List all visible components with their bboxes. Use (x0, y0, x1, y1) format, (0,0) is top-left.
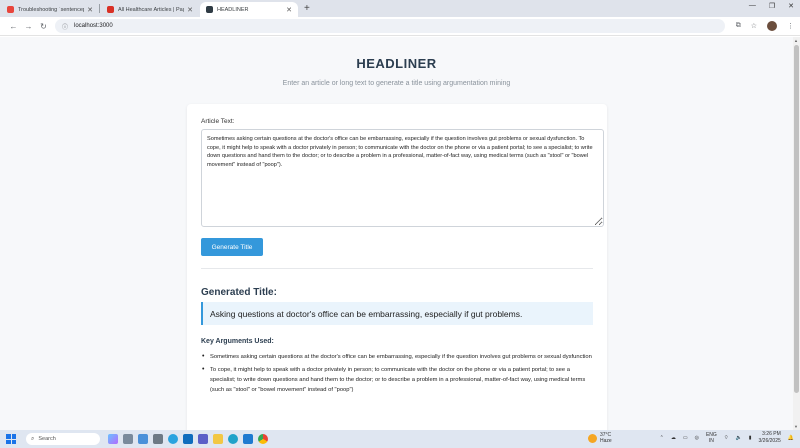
scroll-down-icon[interactable]: ▼ (794, 424, 798, 429)
tab-headliner[interactable]: HEADLINER ✕ (200, 2, 298, 17)
windows-start-icon[interactable] (6, 434, 16, 444)
reload-icon[interactable]: ↻ (36, 22, 51, 31)
browser-tab-strip: Troubleshooting `sentencepie... ✕ All He… (0, 0, 800, 17)
browser-toolbar: ← → ↻ ⓘ localhost:3000 ⧉ ☆ ⋮ (0, 17, 800, 36)
battery-status-icon[interactable]: ▮ (749, 435, 752, 441)
key-arguments-list: Sometimes asking certain questions at th… (201, 352, 593, 398)
teams-icon[interactable] (198, 434, 208, 444)
tab-favicon-icon (7, 6, 14, 13)
generated-title-text: Asking questions at doctor's office can … (210, 308, 523, 319)
tab-favicon-icon (107, 6, 114, 13)
generated-title-heading: Generated Title: (201, 287, 277, 298)
key-arguments-heading: Key Arguments Used: (201, 338, 274, 345)
tab-favicon-icon (206, 6, 213, 13)
url-text: localhost:3000 (74, 23, 113, 29)
close-tab-icon[interactable]: ✕ (286, 6, 292, 14)
list-item: To cope, it might help to speak with a d… (201, 365, 593, 395)
install-app-icon[interactable]: ⧉ (736, 22, 741, 30)
page-content: HEADLINER Enter an article or long text … (0, 37, 793, 430)
close-window-icon[interactable]: ✕ (788, 2, 794, 10)
article-text-label: Article Text: (201, 118, 235, 125)
tab-troubleshooting[interactable]: Troubleshooting `sentencepie... ✕ (1, 2, 99, 17)
address-bar[interactable]: ⓘ localhost:3000 (55, 19, 725, 33)
generate-title-button[interactable]: Generate Title (201, 238, 263, 256)
section-divider (201, 268, 593, 269)
weather-widget[interactable]: 37°C Haze (588, 432, 612, 444)
search-placeholder: Search (38, 436, 56, 442)
chrome-icon[interactable] (258, 434, 268, 444)
weather-desc: Haze (600, 438, 612, 444)
chevron-up-icon[interactable]: ⌃ (660, 435, 664, 441)
page-scrollbar[interactable]: ▲ ▼ (793, 37, 800, 430)
system-tray: ⌃ ☁ ▭ ◎ ENG IN ⌔ 🔈 ▮ 3:26 PM 3/26/2025 🔔 (660, 431, 794, 444)
settings-gear-icon[interactable] (153, 434, 163, 444)
tab-title: HEADLINER (217, 6, 249, 13)
edge-icon[interactable] (228, 434, 238, 444)
main-card: Article Text: Sometimes asking certain q… (187, 104, 607, 430)
clock[interactable]: 3:26 PM 3/26/2025 (759, 431, 781, 444)
tab-title: Troubleshooting `sentencepie... (18, 6, 84, 13)
profile-avatar[interactable] (767, 21, 777, 31)
site-info-icon[interactable]: ⓘ (62, 22, 68, 31)
app-subtitle: Enter an article or long text to generat… (282, 80, 511, 87)
new-tab-button[interactable]: + (298, 3, 316, 14)
outlook-icon[interactable] (183, 434, 193, 444)
cloud-icon[interactable]: ☁ (671, 435, 676, 441)
search-icon: ⌕ (31, 435, 35, 442)
generated-title-output: Asking questions at doctor's office can … (201, 302, 593, 325)
taskbar-apps (108, 434, 268, 444)
window-controls: — ❐ ✕ (749, 2, 794, 10)
notification-bell-icon[interactable]: 🔔 (788, 435, 794, 441)
list-item: Sometimes asking certain questions at th… (201, 352, 593, 362)
tab-healthcare-articles[interactable]: All Healthcare Articles | Page 1 ✕ (101, 2, 199, 17)
volume-icon[interactable]: 🔈 (736, 435, 742, 441)
weather-sun-icon (588, 433, 597, 443)
app-tray-icon[interactable]: ◎ (695, 435, 699, 441)
close-tab-icon[interactable]: ✕ (87, 6, 93, 14)
menu-kebab-icon[interactable]: ⋮ (787, 22, 794, 30)
article-text-input[interactable]: Sometimes asking certain questions at th… (201, 129, 604, 227)
minimize-icon[interactable]: — (749, 2, 756, 10)
battery-icon[interactable]: ▭ (683, 435, 688, 441)
vscode-icon[interactable] (243, 434, 253, 444)
forward-arrow-icon[interactable]: → (21, 22, 36, 31)
taskbar: ⌕ Search 37°C Haze ⌃ ☁ ▭ ◎ ENG IN ⌔ 🔈 ▮ (0, 430, 800, 448)
restore-icon[interactable]: ❐ (769, 2, 775, 10)
widgets-icon[interactable] (138, 434, 148, 444)
app-title: HEADLINER (356, 56, 437, 71)
scrollbar-thumb[interactable] (794, 45, 799, 393)
copilot-icon[interactable] (108, 434, 118, 444)
taskbar-search[interactable]: ⌕ Search (26, 433, 100, 445)
file-explorer-icon[interactable] (213, 434, 223, 444)
back-arrow-icon[interactable]: ← (6, 22, 21, 31)
telegram-icon[interactable] (168, 434, 178, 444)
scroll-up-icon[interactable]: ▲ (794, 38, 798, 43)
close-tab-icon[interactable]: ✕ (187, 6, 193, 14)
bookmark-star-icon[interactable]: ☆ (751, 22, 757, 30)
wifi-icon[interactable]: ⌔ (724, 435, 729, 441)
task-view-icon[interactable] (123, 434, 133, 444)
tab-title: All Healthcare Articles | Page 1 (118, 6, 184, 13)
language-indicator[interactable]: ENG IN (706, 432, 717, 444)
